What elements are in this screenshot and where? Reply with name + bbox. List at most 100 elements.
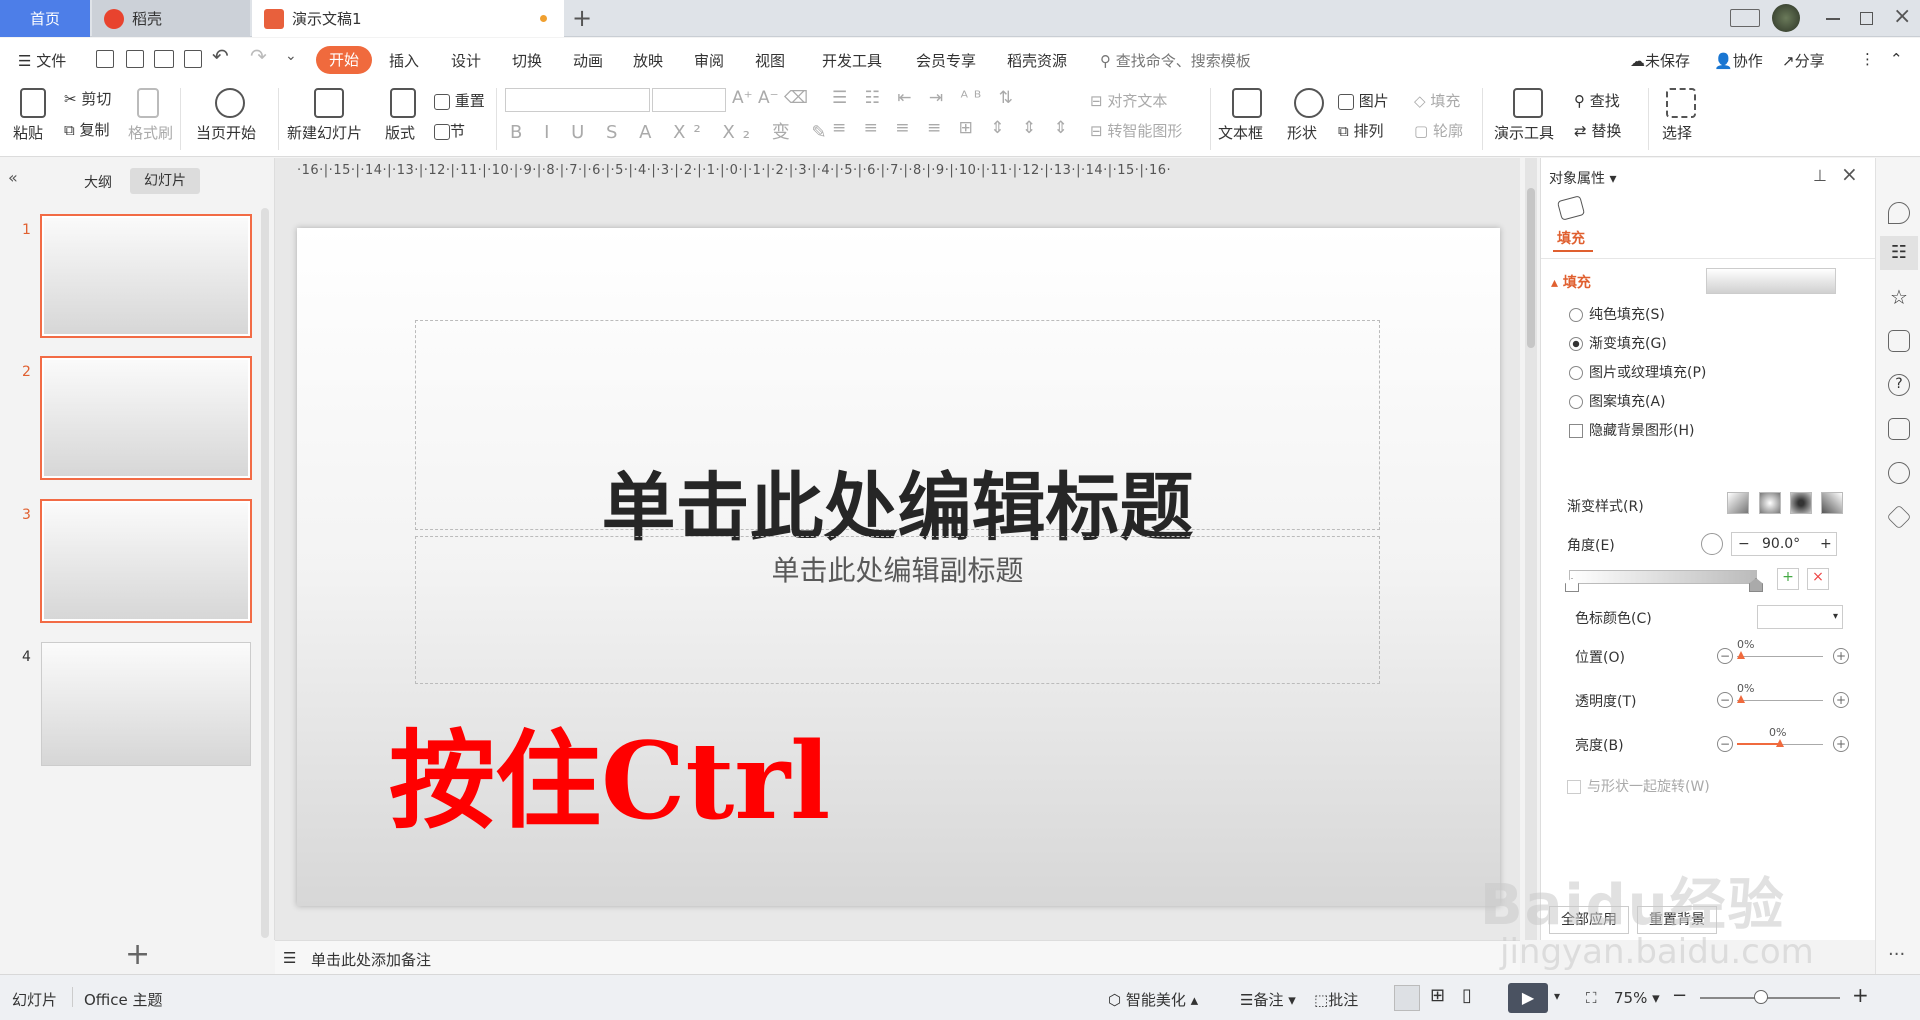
align-text-button[interactable]: ⊟ 对齐文本 [1090, 90, 1167, 111]
fit-window-icon[interactable]: ⛶ [1586, 989, 1597, 1007]
collapse-ribbon-icon[interactable]: ⌃ [1890, 50, 1903, 68]
share-button[interactable]: ↗分享 [1782, 50, 1825, 71]
transparency-minus-icon[interactable]: − [1717, 692, 1733, 708]
minus-icon[interactable]: − [1738, 533, 1750, 555]
brightness-slider-handle[interactable] [1776, 739, 1784, 747]
reading-view-icon[interactable]: ▯ [1462, 985, 1472, 1006]
menu-tab-review[interactable]: 审阅 [694, 50, 724, 71]
plus-icon[interactable]: + [1820, 533, 1832, 555]
avatar[interactable] [1772, 4, 1800, 32]
tab-home[interactable]: 首页 [0, 0, 90, 37]
angle-stepper[interactable]: − 90.0° + [1731, 532, 1837, 556]
option-solid-fill[interactable]: 纯色填充(S) [1569, 304, 1665, 324]
slide-sorter-icon[interactable]: ⊞ [1430, 985, 1445, 1006]
notes-bar[interactable]: ☰ 单击此处添加备注 [275, 940, 1520, 974]
position-plus-icon[interactable]: + [1833, 648, 1849, 664]
font-grow-icon[interactable]: A⁺ A⁻ ⌫ [732, 88, 808, 108]
star-icon[interactable]: ☆ [1888, 286, 1910, 308]
font-family-select[interactable] [505, 88, 650, 112]
add-slide-icon[interactable]: + [125, 940, 150, 970]
stop-color-select[interactable]: ▾ [1757, 605, 1843, 629]
unsaved-button[interactable]: ☁未保存 [1630, 50, 1690, 71]
customize-toolbar-icon[interactable]: ⌄ [285, 48, 297, 64]
rotate-with-shape-option[interactable]: 与形状一起旋转(W) [1567, 776, 1710, 796]
replace-button[interactable]: ⇄ 替换 [1574, 120, 1621, 141]
collapse-pane-icon[interactable]: « [8, 168, 18, 187]
help-icon[interactable]: ? [1888, 374, 1910, 396]
zoom-slider[interactable] [1700, 997, 1840, 999]
position-slider-handle[interactable] [1737, 651, 1745, 659]
vertical-scrollbar[interactable] [1525, 158, 1537, 940]
brightness-plus-icon[interactable]: + [1833, 736, 1849, 752]
transparency-slider-handle[interactable] [1737, 695, 1745, 703]
layout-button[interactable]: 版式 [385, 122, 415, 143]
menu-tab-daoke-resources[interactable]: 稻壳资源 [1007, 50, 1067, 71]
tab-daoke[interactable]: 稻壳 [92, 0, 250, 37]
file-menu[interactable]: ☰ 文件 [18, 50, 66, 71]
position-slider[interactable] [1737, 656, 1823, 657]
option-pattern-fill[interactable]: 图案填充(A) [1569, 391, 1666, 411]
menu-tab-member[interactable]: 会员专享 [916, 50, 976, 71]
status-theme[interactable]: Office 主题 [84, 989, 163, 1010]
restore-icon[interactable] [1860, 12, 1873, 25]
new-tab-icon[interactable]: + [572, 4, 592, 32]
shape-button[interactable]: 形状 [1287, 122, 1317, 143]
thumbnail-scrollbar[interactable] [261, 208, 269, 938]
title-placeholder[interactable]: 单击此处编辑标题 [415, 320, 1380, 545]
option-picture-fill[interactable]: 图片或纹理填充(P) [1569, 362, 1706, 382]
menu-tab-start[interactable]: 开始 [316, 46, 372, 74]
transparency-plus-icon[interactable]: + [1833, 692, 1849, 708]
minimize-icon[interactable] [1826, 18, 1840, 20]
arrange-button[interactable]: ⧉ 排列 [1338, 120, 1384, 141]
zoom-level[interactable]: 75% ▾ [1614, 989, 1660, 1007]
print-icon[interactable] [154, 50, 174, 68]
zoom-slider-handle[interactable] [1754, 990, 1768, 1004]
menu-tab-transition[interactable]: 切换 [512, 50, 542, 71]
option-gradient-fill[interactable]: 渐变填充(G) [1569, 333, 1667, 353]
gradient-linear-icon[interactable] [1727, 492, 1749, 514]
font-style-buttons[interactable]: B I U S A X² X₂ 变 ✎ [510, 118, 835, 144]
slide-thumbnail-1[interactable] [40, 214, 252, 338]
presentation-tools-button[interactable]: 演示工具 [1494, 122, 1554, 143]
copy-button[interactable]: ⧉ 复制 [64, 119, 110, 140]
brightness-minus-icon[interactable]: − [1717, 736, 1733, 752]
slide-switch-icon[interactable] [1888, 330, 1910, 352]
gradient-bar[interactable] [1569, 570, 1757, 584]
play-slideshow-button[interactable]: ▶ [1508, 983, 1548, 1013]
remove-stop-icon[interactable]: × [1807, 568, 1829, 590]
list-buttons-icon[interactable]: ☰ ☷ ⇤ ⇥ ᴬᴮ ⇅ [832, 88, 1019, 108]
scrollbar-thumb[interactable] [1527, 188, 1535, 348]
menu-tab-animation[interactable]: 动画 [573, 50, 603, 71]
lightning-icon[interactable] [1888, 462, 1910, 484]
menu-tab-developer[interactable]: 开发工具 [822, 50, 882, 71]
section-button[interactable]: 节 [434, 120, 465, 141]
properties-sliders-icon[interactable]: ☷ [1888, 242, 1910, 264]
rocket-icon[interactable] [1888, 202, 1910, 224]
more-options-icon[interactable]: ··· [1888, 944, 1905, 965]
slide-thumbnail-3[interactable] [40, 499, 252, 623]
cube-icon[interactable] [1886, 504, 1912, 530]
slide-canvas[interactable]: 单击此处编辑标题 单击此处编辑副标题 按住Ctrl [297, 228, 1500, 906]
tab-document[interactable]: 演示文稿1 [252, 0, 564, 37]
tab-fill[interactable]: 填充 [1557, 228, 1585, 248]
command-search[interactable]: ⚲ 查找命令、搜索模板 [1100, 50, 1251, 71]
picture-button[interactable]: 图片 [1338, 90, 1389, 111]
tab-slides[interactable]: 幻灯片 [130, 168, 200, 194]
slide-thumbnail-2[interactable] [40, 356, 252, 480]
more-icon[interactable]: ⋮ [1860, 50, 1875, 68]
smartart-button[interactable]: ⊟ 转智能图形 [1090, 120, 1182, 141]
position-minus-icon[interactable]: − [1717, 648, 1733, 664]
print-preview-icon[interactable] [184, 50, 202, 68]
outline-button[interactable]: ▢ 轮廓 [1414, 120, 1463, 141]
subtitle-placeholder[interactable]: 单击此处编辑副标题 [415, 536, 1380, 684]
smart-beautify-button[interactable]: ⬡ 智能美化 ▴ [1108, 989, 1198, 1010]
comment-button[interactable]: ⬚批注 [1314, 989, 1358, 1010]
new-slide-button[interactable]: 新建幻灯片 [287, 122, 362, 143]
play-options-icon[interactable]: ▾ [1554, 989, 1560, 1003]
backup-icon[interactable] [1888, 418, 1910, 440]
align-buttons-icon[interactable]: ≡ ≡ ≡ ≡ ⊞ ⇕ ⇕ ⇕ [832, 118, 1074, 138]
redo-icon[interactable]: ↷ [250, 44, 267, 68]
play-from-current-button[interactable]: 当页开始 [196, 122, 256, 143]
find-button[interactable]: ⚲ 查找 [1574, 90, 1620, 111]
gradient-path-icon[interactable] [1821, 492, 1843, 514]
